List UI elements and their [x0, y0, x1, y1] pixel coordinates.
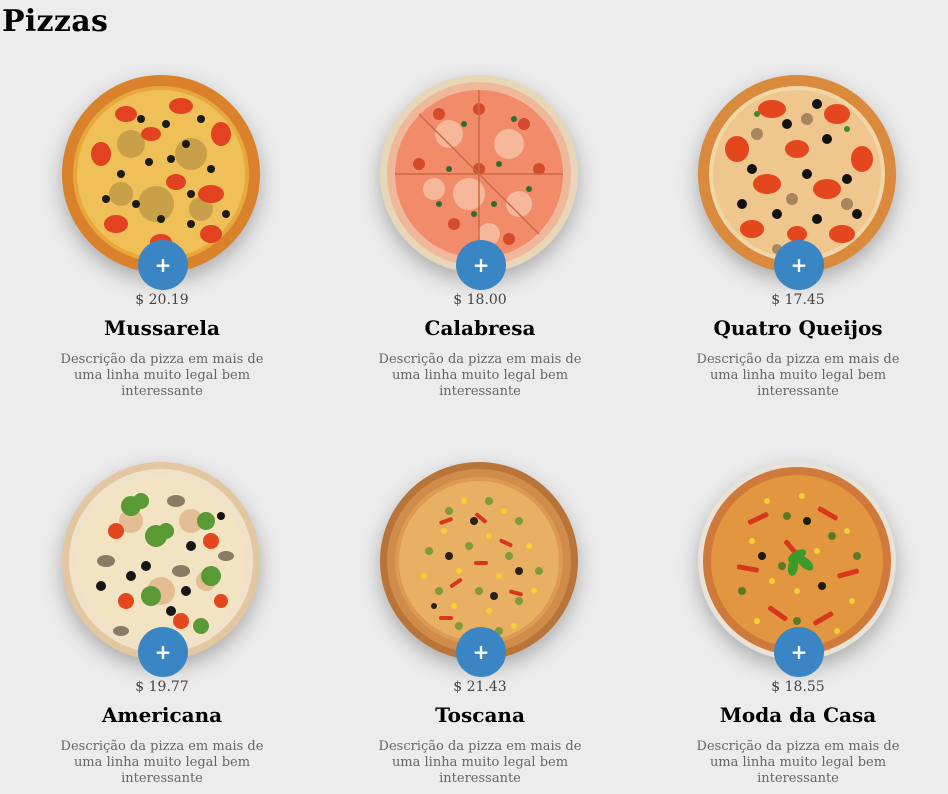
pizza-name: Moda da Casa	[719, 703, 877, 727]
pizza-name: Quatro Queijos	[713, 316, 883, 340]
pizza-description: Descrição da pizza em mais de uma linha …	[60, 739, 264, 786]
pizza-description: Descrição da pizza em mais de uma linha …	[378, 739, 582, 786]
pizza-name: Americana	[101, 703, 223, 727]
pizza-price: $ 17.45	[771, 292, 825, 308]
pizza-grid: + $ 20.19 Mussarela Descrição da pizza e…	[0, 0, 948, 794]
pizza-price: $ 19.77	[135, 679, 189, 695]
add-to-cart-button[interactable]: +	[774, 627, 824, 677]
pizza-name: Calabresa	[424, 316, 536, 340]
add-to-cart-button[interactable]: +	[456, 627, 506, 677]
pizza-name: Toscana	[435, 703, 525, 727]
pizza-card-moda-da-casa: + $ 18.55 Moda da Casa Descrição da pizz…	[638, 387, 948, 786]
pizza-description: Descrição da pizza em mais de uma linha …	[696, 739, 900, 786]
pizza-price: $ 18.55	[771, 679, 825, 695]
pizza-card-quatro-queijos: + $ 17.45 Quatro Queijos Descrição da pi…	[638, 0, 948, 399]
pizza-card-americana: + $ 19.77 Americana Descrição da pizza e…	[2, 387, 320, 786]
add-to-cart-button[interactable]: +	[774, 240, 824, 290]
pizza-price: $ 21.43	[453, 679, 507, 695]
add-to-cart-button[interactable]: +	[138, 627, 188, 677]
pizza-price: $ 20.19	[135, 292, 189, 308]
pizza-card-mussarela: + $ 20.19 Mussarela Descrição da pizza e…	[2, 0, 320, 399]
pizza-card-toscana: + $ 21.43 Toscana Descrição da pizza em …	[320, 387, 638, 786]
add-to-cart-button[interactable]: +	[138, 240, 188, 290]
pizza-name: Mussarela	[104, 316, 220, 340]
pizza-price: $ 18.00	[453, 292, 507, 308]
pizza-card-calabresa: + $ 18.00 Calabresa Descrição da pizza e…	[320, 0, 638, 399]
add-to-cart-button[interactable]: +	[456, 240, 506, 290]
